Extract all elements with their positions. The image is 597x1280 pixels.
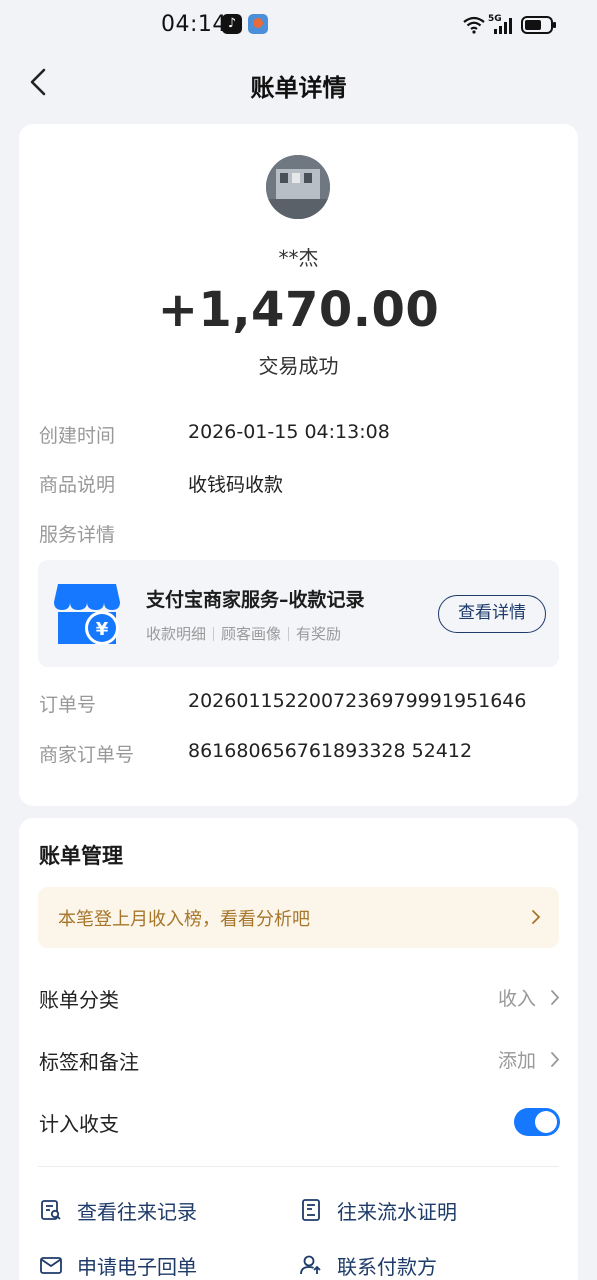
section-title: 账单管理 — [39, 844, 123, 868]
certificate-icon — [302, 1199, 320, 1221]
app-notification-icon — [248, 14, 268, 34]
contact-payer-link[interactable]: 联系付款方 — [299, 1250, 437, 1280]
include-in-stats-toggle[interactable] — [514, 1108, 560, 1136]
service-sub-item: 有奖励 — [296, 625, 342, 643]
divider — [288, 626, 290, 641]
wifi-icon — [463, 16, 485, 34]
bill-category-value: 收入 — [497, 988, 536, 1010]
request-receipt-label: 申请电子回单 — [77, 1254, 197, 1279]
merchant-service-card[interactable]: ¥ 支付宝商家服务–收款记录 收款明细 顾客画像 有奖励 查看详情 — [38, 560, 559, 667]
nav-bar: 账单详情 — [0, 56, 597, 110]
tags-notes-value: 添加 — [497, 1050, 536, 1072]
svg-text:¥: ¥ — [96, 619, 109, 640]
bill-management-card: 账单管理 本笔登上月收入榜，看看分析吧 账单分类 收入 标签和备注 添加 计入收… — [19, 818, 578, 1280]
include-in-stats-label: 计入收支 — [39, 1112, 119, 1136]
tags-notes-label: 标签和备注 — [39, 1050, 139, 1074]
divider — [213, 626, 215, 641]
document-search-icon — [41, 1200, 61, 1220]
promo-text: 本笔登上月收入榜，看看分析吧 — [58, 909, 310, 930]
mail-icon — [40, 1257, 62, 1274]
counterparty-name: **杰 — [278, 246, 319, 270]
transaction-proof-link[interactable]: 往来流水证明 — [299, 1195, 457, 1225]
chevron-right-icon — [551, 990, 560, 1005]
bill-category-label: 账单分类 — [39, 988, 119, 1012]
income-ranking-banner[interactable]: 本笔登上月收入榜，看看分析吧 — [38, 887, 559, 948]
page-title: 账单详情 — [250, 74, 347, 102]
view-details-button[interactable]: 查看详情 — [438, 595, 546, 633]
view-history-link[interactable]: 查看往来记录 — [39, 1195, 197, 1225]
status-bar: 04:14 ♪ 5G — [0, 0, 597, 52]
service-subtitle: 收款明细 顾客画像 有奖励 — [146, 623, 341, 644]
merchant-order-label: 商家订单号 — [39, 744, 135, 766]
order-number-label: 订单号 — [39, 694, 97, 716]
avatar[interactable] — [266, 155, 330, 219]
contact-user-icon — [300, 1255, 321, 1275]
service-sub-item: 收款明细 — [146, 625, 207, 643]
description-value: 收钱码收款 — [188, 474, 284, 496]
status-time: 04:14 — [161, 12, 227, 37]
include-in-stats-row: 计入收支 — [39, 1100, 560, 1140]
shop-icon: ¥ — [54, 584, 120, 645]
trade-status: 交易成功 — [258, 354, 339, 378]
view-history-label: 查看往来记录 — [77, 1199, 197, 1224]
service-title: 支付宝商家服务–收款记录 — [146, 589, 365, 611]
created-time-value: 2026-01-15 04:13:08 — [188, 421, 390, 443]
amount: +1,470.00 — [157, 282, 440, 338]
service-details-label: 服务详情 — [39, 524, 116, 546]
battery-icon — [521, 16, 556, 34]
divider — [38, 1166, 559, 1167]
created-time-label: 创建时间 — [39, 425, 116, 447]
order-number-value: 2026011522007236979991951646 — [188, 690, 527, 712]
tiktok-icon: ♪ — [222, 14, 242, 34]
tags-notes-row[interactable]: 标签和备注 添加 — [39, 1038, 560, 1078]
description-label: 商品说明 — [39, 474, 116, 496]
request-receipt-link[interactable]: 申请电子回单 — [39, 1250, 197, 1280]
service-sub-item: 顾客画像 — [221, 625, 282, 643]
bill-category-row[interactable]: 账单分类 收入 — [39, 976, 560, 1016]
chevron-right-icon — [551, 1052, 560, 1067]
chevron-right-icon — [532, 910, 541, 924]
signal-icon — [494, 18, 512, 34]
merchant-order-value: 861680656761893328 52412 — [188, 740, 473, 762]
bill-detail-card: **杰 +1,470.00 交易成功 创建时间 2026-01-15 04:13… — [19, 124, 578, 806]
transaction-proof-label: 往来流水证明 — [337, 1199, 457, 1224]
contact-payer-label: 联系付款方 — [337, 1254, 437, 1279]
